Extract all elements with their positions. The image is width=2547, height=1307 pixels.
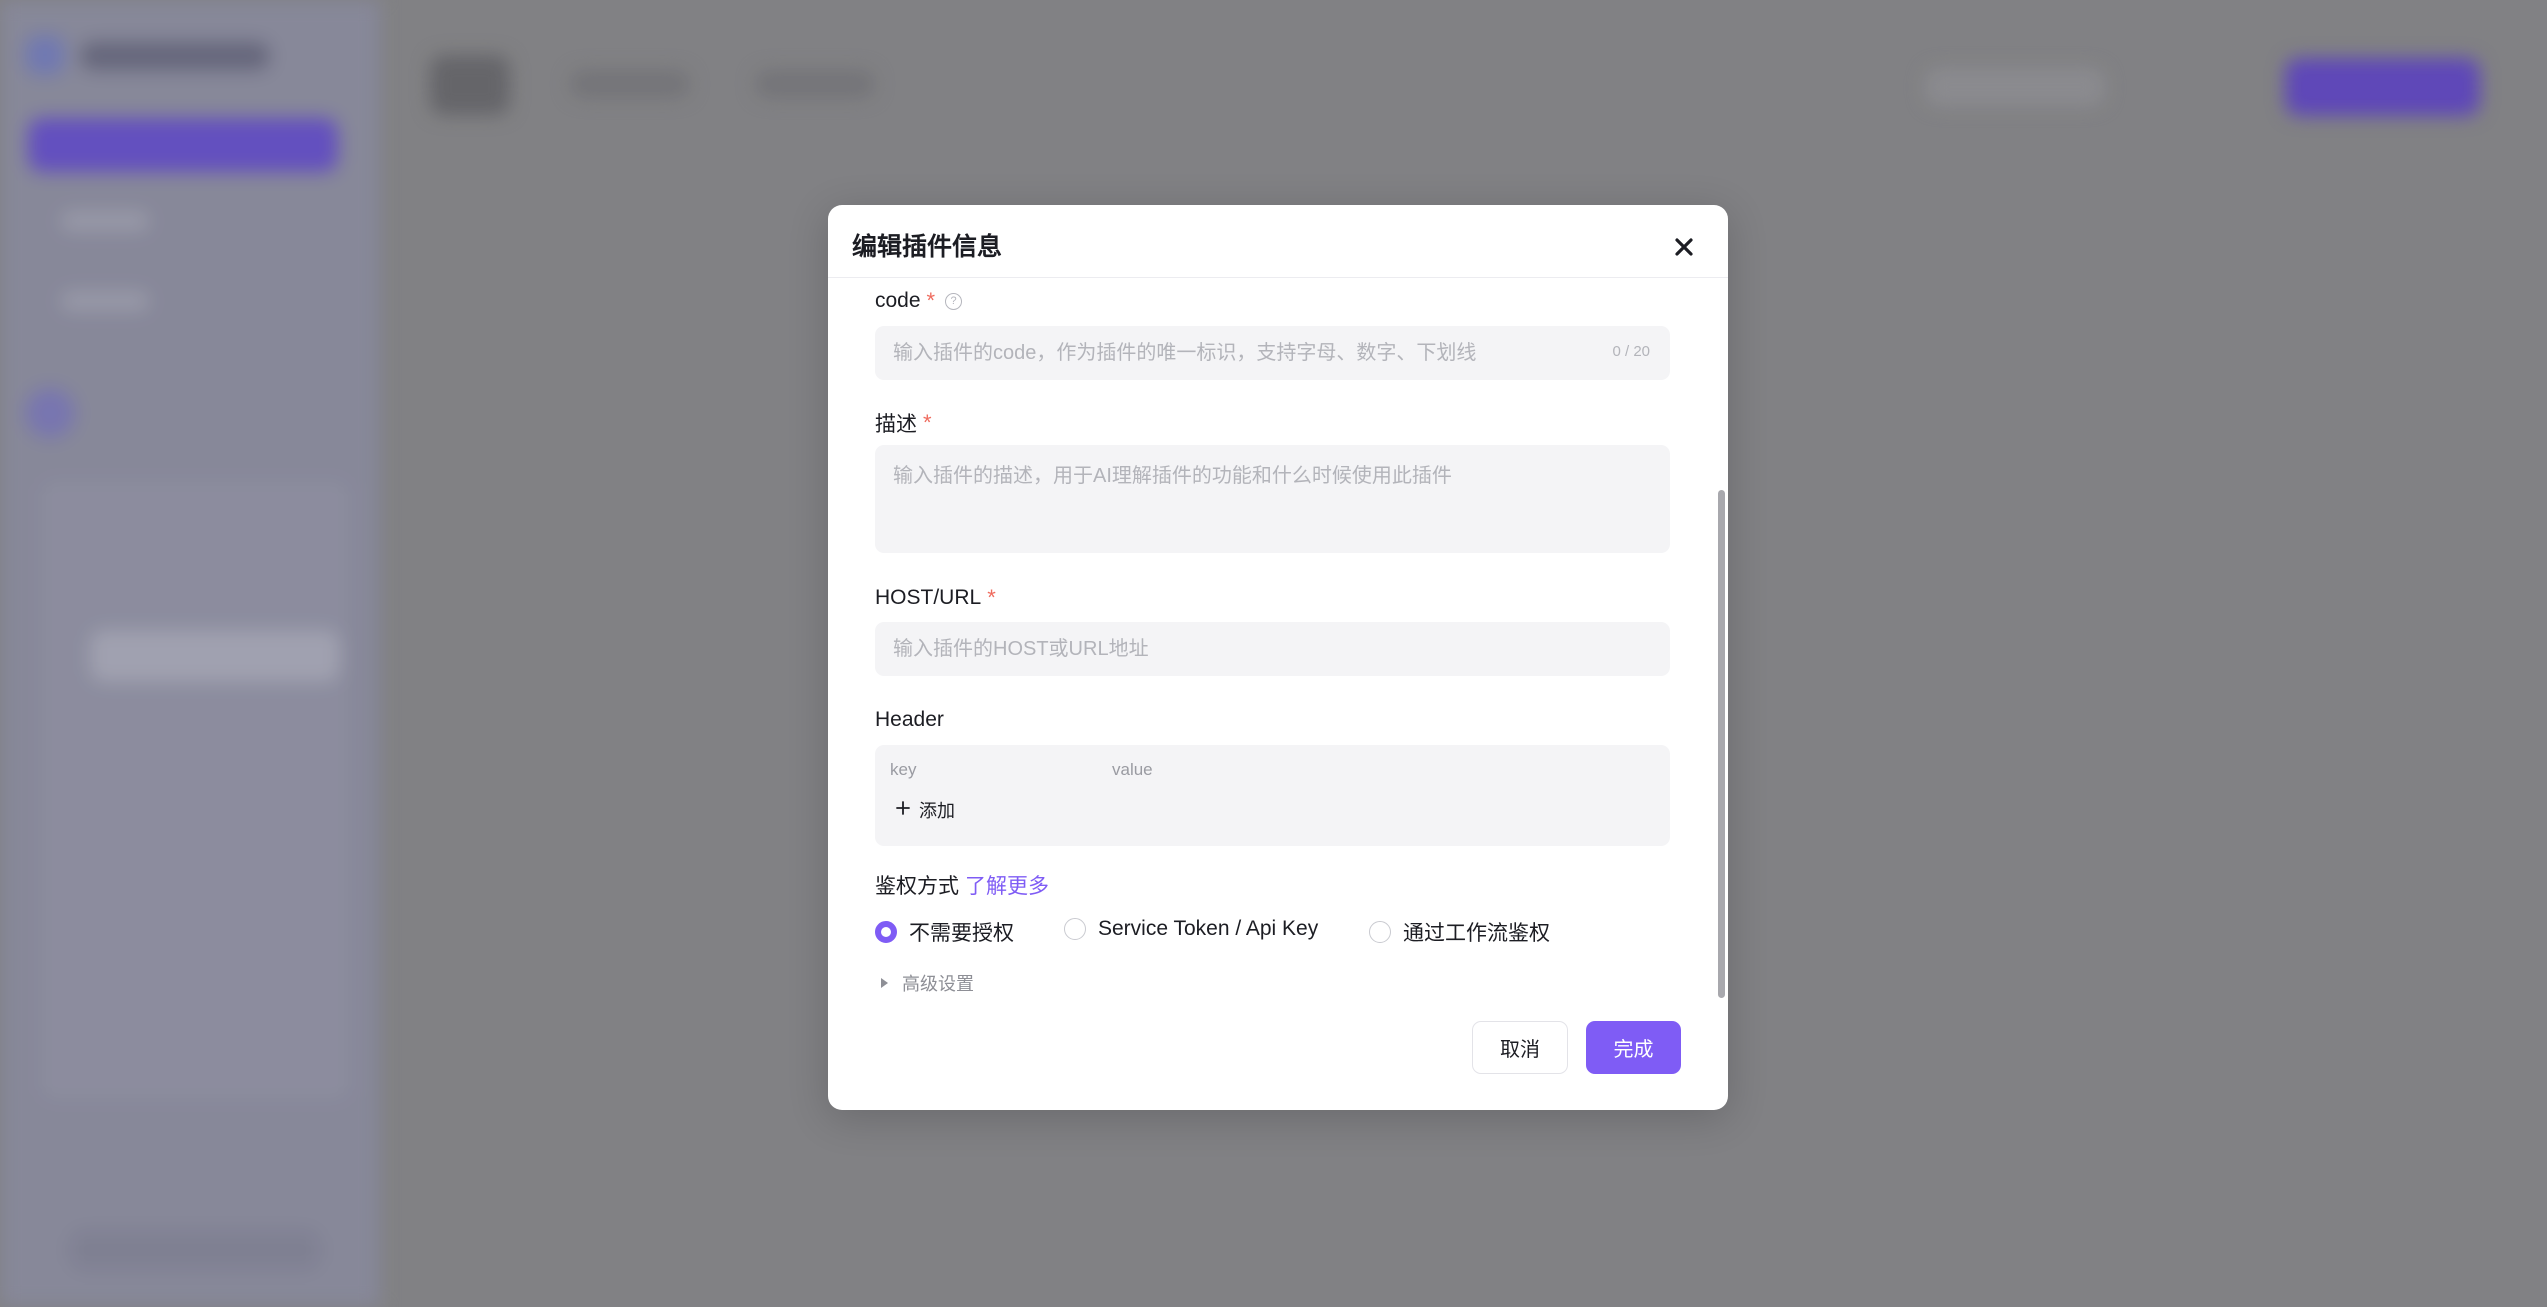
add-header-label: 添加 — [919, 801, 955, 821]
radio-checked-icon[interactable] — [875, 921, 897, 943]
code-input[interactable] — [875, 326, 1670, 380]
radio-unchecked-icon[interactable] — [1369, 921, 1391, 943]
radio-unchecked-icon[interactable] — [1064, 918, 1086, 940]
auth-option-none[interactable]: 不需要授权 — [875, 917, 1014, 947]
edit-plugin-dialog: 编辑插件信息 code * ? 0 / 20 描述 * HOST/URL * — [828, 205, 1728, 1110]
code-field[interactable]: 0 / 20 — [875, 326, 1670, 380]
dialog-body: code * ? 0 / 20 描述 * HOST/URL * Header — [828, 278, 1728, 998]
host-label: HOST/URL * — [875, 585, 996, 611]
add-header-button[interactable]: 添加 — [895, 796, 955, 824]
caret-right-icon — [881, 978, 888, 988]
close-icon — [1674, 237, 1694, 262]
done-button[interactable]: 完成 — [1586, 1021, 1681, 1074]
scrollbar-thumb[interactable] — [1718, 490, 1725, 998]
learn-more-link[interactable]: 了解更多 — [965, 875, 1049, 898]
code-label-text: code — [875, 289, 921, 312]
description-input[interactable] — [875, 445, 1670, 553]
advanced-settings-label: 高级设置 — [902, 974, 974, 994]
auth-option-token-label: Service Token / Api Key — [1098, 917, 1319, 940]
auth-option-none-label: 不需要授权 — [909, 922, 1014, 945]
code-label: code * ? — [875, 288, 963, 314]
header-table: key value 添加 — [875, 745, 1670, 846]
header-label: Header — [875, 708, 944, 732]
plus-icon — [895, 800, 911, 821]
header-label-text: Header — [875, 708, 944, 731]
auth-option-workflow-label: 通过工作流鉴权 — [1403, 922, 1550, 945]
advanced-settings-toggle[interactable]: 高级设置 — [881, 970, 974, 996]
description-label: 描述 * — [875, 408, 932, 438]
host-required-mark: * — [987, 585, 996, 610]
header-value-column: value — [1112, 760, 1153, 779]
header-key-column: key — [890, 760, 917, 779]
host-label-text: HOST/URL — [875, 586, 982, 609]
code-counter: 0 / 20 — [1612, 343, 1650, 360]
auth-label-text: 鉴权方式 — [875, 875, 959, 898]
cancel-button[interactable]: 取消 — [1472, 1021, 1568, 1074]
auth-label: 鉴权方式 了解更多 — [875, 870, 1049, 900]
help-icon[interactable]: ? — [945, 292, 963, 310]
dialog-title: 编辑插件信息 — [852, 233, 1003, 261]
host-input[interactable] — [875, 622, 1670, 676]
auth-option-token[interactable]: Service Token / Api Key — [1064, 917, 1318, 941]
close-button[interactable] — [1666, 231, 1702, 267]
auth-option-workflow[interactable]: 通过工作流鉴权 — [1369, 917, 1550, 947]
description-field[interactable] — [875, 445, 1670, 553]
host-field[interactable] — [875, 622, 1670, 676]
description-required-mark: * — [923, 410, 932, 435]
description-label-text: 描述 — [875, 413, 917, 436]
code-required-mark: * — [926, 288, 936, 313]
